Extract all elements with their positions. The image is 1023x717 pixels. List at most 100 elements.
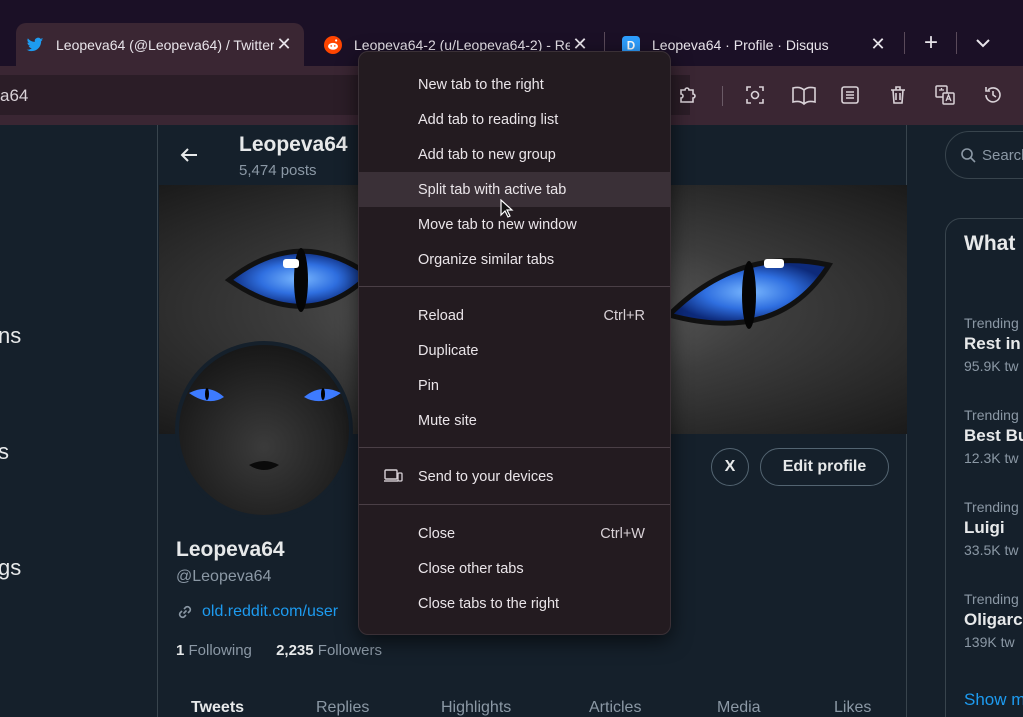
menu-item-mute-site[interactable]: Mute site — [359, 403, 670, 438]
menu-item-label: Mute site — [418, 412, 477, 429]
trend-name: Rest in — [964, 334, 1021, 353]
following-label[interactable]: Following — [189, 642, 252, 659]
extensions-icon[interactable] — [676, 83, 700, 107]
reddit-icon — [324, 35, 342, 54]
trend-category: Trending — [964, 315, 1019, 331]
tab-twitter[interactable]: Leopeva64 (@Leopeva64) / Twitter ✕ — [16, 23, 304, 66]
profile-name: Leopeva64 — [176, 538, 285, 561]
tab-close-icon[interactable]: ✕ — [274, 34, 294, 55]
menu-item-organize-tabs[interactable]: Organize similar tabs — [359, 242, 670, 277]
menu-item-shortcut: Ctrl+R — [603, 307, 646, 324]
follow-stats: 1 Following 2,235 Followers — [176, 642, 382, 659]
tab-search-button[interactable] — [970, 30, 996, 56]
menu-item-shortcut: Ctrl+W — [600, 525, 645, 542]
trend-count: 139K tw — [964, 634, 1015, 650]
tab-separator — [956, 32, 957, 54]
address-text[interactable]: a64 — [0, 86, 28, 106]
menu-item-close-right[interactable]: Close tabs to the right — [359, 586, 670, 621]
trends-title: What — [964, 232, 1016, 255]
profile-link-text[interactable]: old.reddit.com/user — [202, 603, 338, 621]
profile-handle: @Leopeva64 — [176, 568, 272, 585]
menu-item-label: New tab to the right — [418, 76, 544, 93]
mouse-cursor-icon — [500, 199, 514, 218]
menu-item-label: Close tabs to the right — [418, 595, 560, 612]
profile-tabs: Tweets Replies Highlights Articles Media… — [159, 699, 907, 717]
new-tab-button[interactable]: + — [918, 29, 944, 56]
twitter-bird-icon — [26, 36, 44, 54]
nav-item-settings[interactable]: gs — [0, 555, 21, 581]
reading-list-icon[interactable] — [838, 83, 862, 107]
menu-item-close[interactable]: Close Ctrl+W — [359, 516, 670, 551]
menu-item-label: Close — [418, 525, 456, 542]
trend-count: 95.9K tw — [964, 358, 1019, 374]
tab-tweets[interactable]: Tweets — [191, 699, 244, 717]
menu-item-reload[interactable]: Reload Ctrl+R — [359, 298, 670, 333]
profile-header-name: Leopeva64 — [239, 133, 348, 156]
left-navigation: ns s gs — [0, 125, 158, 717]
edit-profile-button[interactable]: Edit profile — [760, 448, 889, 486]
nav-item-notifications[interactable]: ns — [0, 323, 21, 349]
menu-item-label: Add tab to new group — [418, 146, 556, 163]
tab-separator — [904, 32, 905, 54]
right-sidebar: Search What Trending Rest in 95.9K tw Tr… — [908, 125, 1023, 717]
toolbar-separator — [722, 86, 723, 106]
avatar[interactable] — [175, 341, 353, 519]
trends-panel: What Trending Rest in 95.9K tw Trending … — [945, 218, 1023, 717]
nav-item-lists[interactable]: s — [0, 439, 9, 465]
tab-title: Leopeva64 (@Leopeva64) / Twitter — [56, 36, 274, 53]
grok-icon[interactable]: X — [711, 448, 749, 486]
translate-icon[interactable] — [933, 83, 957, 107]
trend-item[interactable]: Trending Rest in 95.9K tw — [964, 315, 1023, 374]
search-input[interactable]: Search — [945, 131, 1023, 179]
tab-replies[interactable]: Replies — [316, 699, 369, 717]
post-count: 5,474 posts — [239, 162, 317, 179]
followers-label[interactable]: Followers — [318, 642, 382, 659]
tab-title: Leopeva64 · Profile · Disqus — [652, 36, 829, 53]
menu-item-duplicate[interactable]: Duplicate — [359, 333, 670, 368]
tab-highlights[interactable]: Highlights — [441, 699, 511, 717]
menu-item-add-reading-list[interactable]: Add tab to reading list — [359, 102, 670, 137]
menu-separator — [359, 504, 670, 505]
menu-separator — [359, 286, 670, 287]
window-top-strip — [0, 0, 1023, 18]
link-icon — [178, 605, 192, 619]
chevron-down-icon — [976, 39, 990, 48]
menu-item-new-tab-right[interactable]: New tab to the right — [359, 67, 670, 102]
trend-category: Trending — [964, 499, 1019, 515]
trend-count: 33.5K tw — [964, 542, 1019, 558]
history-icon[interactable] — [981, 83, 1005, 107]
show-more-link[interactable]: Show m — [964, 690, 1023, 710]
screenshot-icon[interactable] — [743, 83, 767, 107]
profile-link[interactable]: old.reddit.com/user — [176, 603, 338, 621]
trash-icon[interactable] — [886, 83, 910, 107]
menu-item-pin[interactable]: Pin — [359, 368, 670, 403]
menu-item-label: Add tab to reading list — [418, 111, 559, 128]
trend-count: 12.3K tw — [964, 450, 1019, 466]
search-icon — [961, 148, 976, 163]
menu-item-move-new-window[interactable]: Move tab to new window — [359, 207, 670, 242]
trend-item[interactable]: Trending Best Bu 12.3K tw — [964, 407, 1023, 466]
trend-category: Trending — [964, 407, 1019, 423]
back-arrow-icon[interactable] — [179, 145, 199, 165]
menu-item-label: Send to your devices — [418, 468, 554, 485]
tab-likes[interactable]: Likes — [834, 699, 871, 717]
following-count[interactable]: 1 — [176, 642, 184, 659]
search-placeholder: Search — [982, 146, 1023, 164]
trend-category: Trending — [964, 591, 1019, 607]
menu-item-add-new-group[interactable]: Add tab to new group — [359, 137, 670, 172]
tab-articles[interactable]: Articles — [589, 699, 641, 717]
cat-avatar-image — [189, 388, 341, 470]
menu-item-send-devices[interactable]: Send to your devices — [359, 459, 670, 494]
menu-item-label: Close other tabs — [418, 560, 524, 577]
followers-count[interactable]: 2,235 — [276, 642, 314, 659]
menu-item-close-other[interactable]: Close other tabs — [359, 551, 670, 586]
menu-item-split-tab[interactable]: Split tab with active tab — [359, 172, 670, 207]
tab-close-icon[interactable]: ✕ — [868, 34, 888, 55]
trend-name: Best Bu — [964, 426, 1023, 445]
tab-media[interactable]: Media — [717, 699, 761, 717]
trend-item[interactable]: Trending Oligarc 139K tw — [964, 591, 1023, 650]
menu-item-label: Organize similar tabs — [418, 251, 555, 268]
reading-mode-icon[interactable] — [790, 83, 818, 107]
trend-item[interactable]: Trending Luigi 33.5K tw — [964, 499, 1023, 558]
tab-context-menu: New tab to the right Add tab to reading … — [358, 51, 671, 635]
